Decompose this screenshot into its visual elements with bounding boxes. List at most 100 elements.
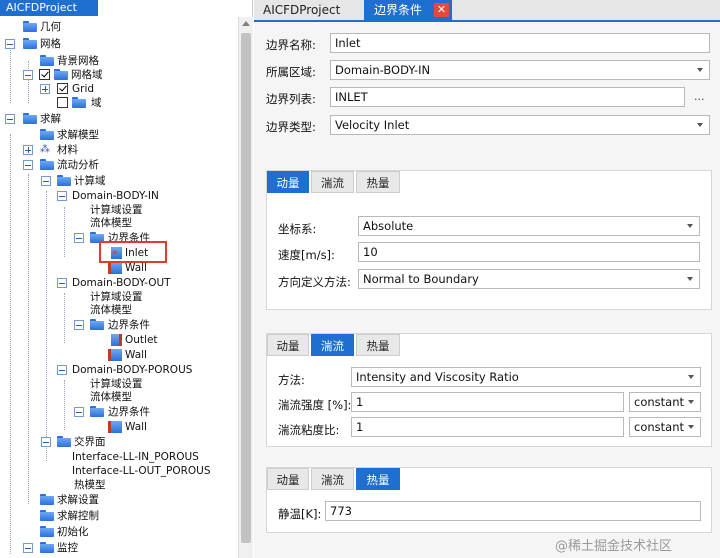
- ratio-mode-select[interactable]: constant: [629, 417, 701, 437]
- collapse-icon[interactable]: [5, 114, 15, 124]
- tree-item-grid[interactable]: Grid: [0, 82, 230, 96]
- tree-item-label: 求解设置: [57, 494, 99, 506]
- method-select[interactable]: Intensity and Viscosity Ratio: [351, 367, 701, 387]
- intensity-mode-select[interactable]: constant: [629, 392, 701, 412]
- tree-item-solve[interactable]: 求解: [0, 112, 230, 126]
- tab-momentum[interactable]: 动量: [267, 334, 309, 356]
- checkbox[interactable]: [39, 69, 50, 80]
- direction-method-label: 方向定义方法:: [278, 275, 351, 289]
- tree-item-domain-settings[interactable]: 计算域设置: [0, 290, 230, 304]
- region-select[interactable]: Domain-BODY-IN: [330, 60, 710, 80]
- tree-item-monitor[interactable]: 监控: [0, 541, 230, 555]
- tree-item-solve-model[interactable]: 求解模型: [0, 128, 230, 142]
- tree-item-domain[interactable]: 域: [0, 96, 230, 110]
- tab-heat[interactable]: 热量: [356, 171, 400, 193]
- collapse-icon[interactable]: [23, 70, 33, 80]
- tree-item-material[interactable]: ⁂ 材料: [0, 143, 230, 157]
- tab-turbulence[interactable]: 湍流: [311, 468, 354, 490]
- tab-turbulence[interactable]: 湍流: [311, 334, 354, 356]
- project-title[interactable]: AICFDProject: [0, 0, 98, 16]
- tree-item-mesh-domain[interactable]: 网格域: [0, 68, 230, 82]
- tree-item-solve-settings[interactable]: 求解设置: [0, 493, 230, 507]
- collapse-icon[interactable]: [57, 278, 67, 288]
- tree-item-domain-settings[interactable]: 计算域设置: [0, 377, 230, 391]
- boundary-list-label: 边界列表:: [266, 92, 316, 106]
- tree-item-boundary-conditions[interactable]: 边界条件: [0, 318, 230, 332]
- tree-item-label: 计算域设置: [90, 204, 143, 216]
- collapse-icon[interactable]: [5, 39, 15, 49]
- tree-item-mesh[interactable]: 网格: [0, 37, 230, 51]
- tab-heat[interactable]: 热量: [356, 334, 400, 356]
- tree-item-solve-control[interactable]: 求解控制: [0, 509, 230, 523]
- static-temp-input[interactable]: 773: [325, 501, 701, 521]
- tree-item-interface-out[interactable]: Interface-LL-OUT_POROUS: [0, 464, 230, 478]
- tree-item-fluid-model[interactable]: 流体模型: [0, 390, 230, 404]
- speed-input[interactable]: 10: [358, 242, 700, 262]
- collapse-icon[interactable]: [41, 176, 51, 186]
- tab-momentum[interactable]: 动量: [267, 171, 309, 193]
- tab-project[interactable]: AICFDProject: [254, 0, 362, 20]
- tree-item-boundary-conditions[interactable]: 边界条件: [0, 405, 230, 419]
- expand-icon[interactable]: [40, 84, 50, 94]
- scroll-thumb[interactable]: [241, 33, 251, 543]
- tree-item-background-mesh[interactable]: 背景网格: [0, 54, 230, 68]
- tree-item-label: Wall: [125, 262, 147, 274]
- close-icon[interactable]: ✕: [434, 3, 449, 17]
- collapse-icon[interactable]: [57, 191, 67, 201]
- tree-item-wall[interactable]: Wall: [0, 261, 230, 275]
- folder-icon: [54, 69, 68, 80]
- tree-item-label: 流体模型: [90, 217, 132, 229]
- turbulence-intensity-input[interactable]: 1: [351, 392, 624, 412]
- boundary-editor-panel: AICFDProject 边界条件 ✕ 边界名称: Inlet 所属区域: Do…: [254, 0, 720, 558]
- tree-item-domain-body-porous[interactable]: Domain-BODY-POROUS: [0, 363, 230, 377]
- tree-item-geometry[interactable]: 几何: [0, 20, 230, 34]
- collapse-icon[interactable]: [57, 365, 67, 375]
- tree-item-label: 交界面: [74, 436, 106, 448]
- checkbox[interactable]: [57, 83, 68, 94]
- tree-item-flow-analysis[interactable]: 流动分析: [0, 158, 230, 172]
- project-tree: 几何 网格 背景网格 网格域 Grid 域 求解 求解模型 ⁂ 材料 流动分析 …: [0, 17, 238, 558]
- tree-item-label: Wall: [125, 421, 147, 433]
- tree-item-fluid-model[interactable]: 流体模型: [0, 303, 230, 317]
- collapse-icon[interactable]: [74, 407, 84, 417]
- tab-turbulence[interactable]: 湍流: [311, 171, 354, 193]
- expand-icon[interactable]: [23, 145, 33, 155]
- atom-icon: ⁂: [40, 144, 50, 155]
- tree-item-compute-domain[interactable]: 计算域: [0, 174, 230, 188]
- scroll-up-icon[interactable]: [242, 21, 250, 26]
- tree-item-outlet[interactable]: Outlet: [0, 333, 230, 347]
- tree-item-fluid-model[interactable]: 流体模型: [0, 216, 230, 230]
- direction-method-select[interactable]: Normal to Boundary: [358, 269, 700, 289]
- boundary-list-input[interactable]: INLET: [330, 87, 685, 107]
- coord-system-select[interactable]: Absolute: [358, 216, 700, 236]
- tree-scrollbar[interactable]: [238, 17, 253, 558]
- boundary-type-select[interactable]: Velocity Inlet: [330, 115, 710, 135]
- collapse-icon[interactable]: [23, 160, 33, 170]
- method-label: 方法:: [278, 373, 305, 387]
- checkbox[interactable]: [57, 97, 68, 108]
- tab-boundary-conditions[interactable]: 边界条件 ✕: [364, 0, 452, 20]
- tab-heat[interactable]: 热量: [356, 468, 400, 490]
- tree-item-label: Interface-LL-OUT_POROUS: [72, 465, 211, 477]
- tree-item-wall[interactable]: Wall: [0, 420, 230, 434]
- viscosity-ratio-input[interactable]: 1: [351, 417, 624, 437]
- tree-item-domain-body-out[interactable]: Domain-BODY-OUT: [0, 276, 230, 290]
- tree-item-domain-settings[interactable]: 计算域设置: [0, 203, 230, 217]
- tree-item-wall[interactable]: Wall: [0, 348, 230, 362]
- method-value: Intensity and Viscosity Ratio: [356, 370, 519, 384]
- tree-item-interface[interactable]: 交界面: [0, 435, 230, 449]
- collapse-icon[interactable]: [74, 320, 84, 330]
- tree-item-interface-in[interactable]: Interface-LL-IN_POROUS: [0, 450, 230, 464]
- browse-button[interactable]: ...: [694, 90, 705, 103]
- tree-item-label: Grid: [72, 83, 95, 95]
- tree-item-initialization[interactable]: 初始化: [0, 525, 230, 539]
- tab-momentum[interactable]: 动量: [267, 468, 309, 490]
- tree-item-label: 热模型: [74, 479, 106, 491]
- collapse-icon[interactable]: [23, 543, 33, 553]
- folder-icon: [57, 175, 71, 186]
- collapse-icon[interactable]: [41, 437, 51, 447]
- tree-item-domain-body-in[interactable]: Domain-BODY-IN: [0, 189, 230, 203]
- boundary-name-input[interactable]: Inlet: [330, 33, 710, 53]
- collapse-icon[interactable]: [74, 233, 84, 243]
- tree-item-thermal-model[interactable]: 热模型: [0, 478, 230, 492]
